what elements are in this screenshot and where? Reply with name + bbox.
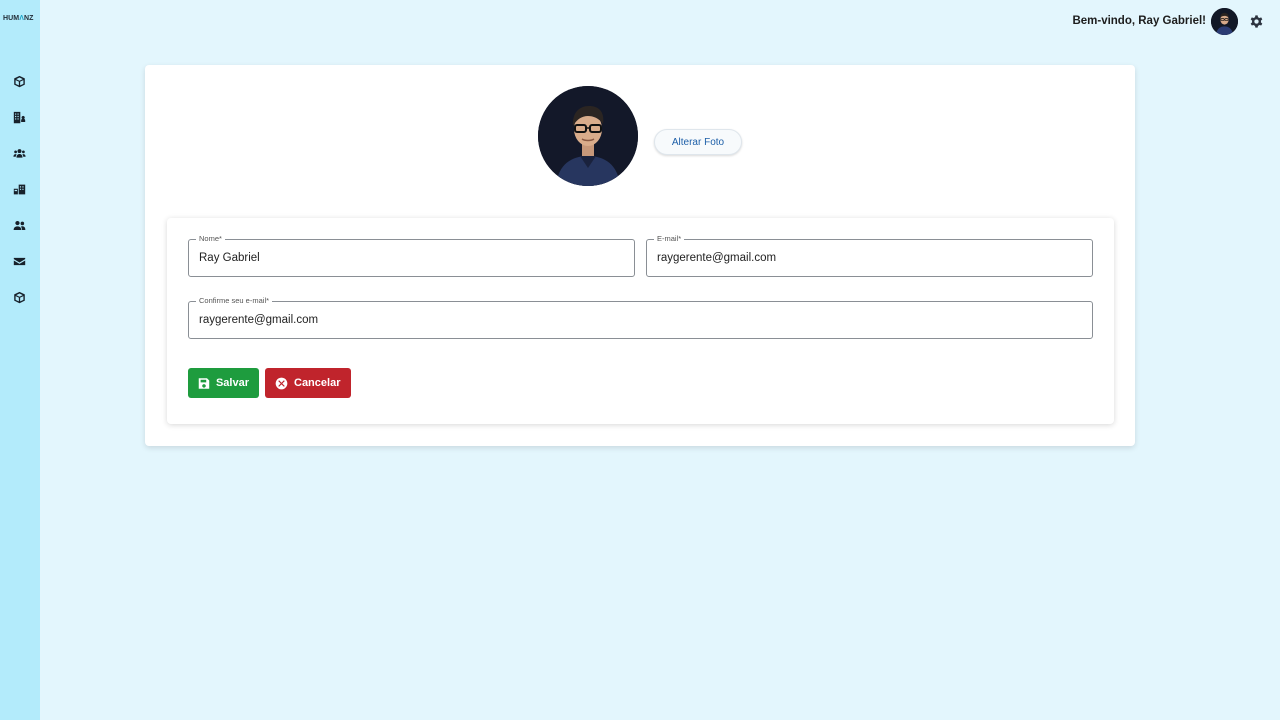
profile-photo-image [538,86,638,186]
brand-logo[interactable]: HUMΛNZ [3,15,39,22]
email-field[interactable]: E-mail* [646,234,1093,277]
email-input[interactable] [657,250,1082,266]
sidebar-item-companies[interactable] [11,110,27,124]
box-icon [13,291,25,303]
sidebar-item-packages[interactable] [11,290,27,304]
user-group-icon [13,220,25,230]
save-label: Salvar [215,377,249,389]
envelope-icon [13,257,25,265]
sidebar-item-products[interactable] [11,74,27,88]
name-field[interactable]: Nome* [188,234,635,277]
circle-x-icon [275,377,288,389]
floppy-disk-icon [198,377,210,389]
sidebar: HUMΛNZ [0,0,40,720]
email-label: E-mail* [654,234,685,244]
sidebar-item-units[interactable] [11,182,27,196]
box-icon [13,75,25,87]
name-label: Nome* [196,234,225,244]
sidebar-item-messages[interactable] [11,254,27,268]
confirm-email-field[interactable]: Confirme seu e-mail* [188,296,1093,339]
save-button[interactable]: Salvar [188,368,259,398]
welcome-message: Bem-vindo, Ray Gabriel! [1072,15,1206,27]
avatar-image [1211,8,1238,35]
settings-button[interactable] [1249,14,1264,29]
profile-form: Nome* E-mail* Confirme seu e-mail* Salva… [167,218,1114,424]
cancel-label: Cancelar [294,377,341,389]
sidebar-item-teams[interactable] [11,146,27,160]
gear-icon [1250,15,1263,28]
users-icon [12,148,26,158]
cancel-button[interactable]: Cancelar [265,368,351,398]
user-avatar[interactable] [1211,8,1238,35]
building-user-icon [13,111,25,123]
confirm-email-label: Confirme seu e-mail* [196,296,273,306]
sidebar-item-users[interactable] [11,218,27,232]
confirm-email-input[interactable] [199,312,1082,328]
profile-card: Alterar Foto Nome* E-mail* Confirme seu … [145,65,1135,446]
change-photo-button[interactable]: Alterar Foto [654,129,742,155]
name-input[interactable] [199,250,624,266]
profile-photo[interactable] [538,86,638,186]
warehouse-icon [13,184,25,194]
